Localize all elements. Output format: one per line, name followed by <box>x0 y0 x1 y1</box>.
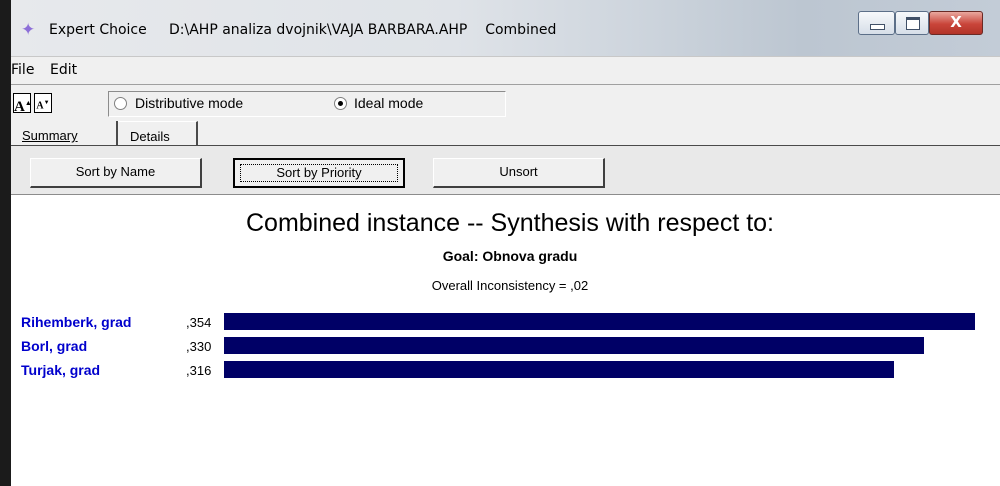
decrease-font-button[interactable]: A▼ <box>34 93 52 113</box>
bar-value-label: ,330 <box>186 339 211 354</box>
unsort-button[interactable]: Unsort <box>433 158 605 188</box>
maximize-icon <box>906 17 920 30</box>
font-increase-icon: A <box>14 99 25 115</box>
overall-inconsistency: Overall Inconsistency = ,02 <box>431 278 589 293</box>
bar-category-label: Borl, grad <box>21 338 87 354</box>
maximize-button[interactable] <box>895 11 929 35</box>
ideal-mode-radio[interactable] <box>334 97 347 110</box>
expert-choice-logo-icon: ✦ <box>21 20 36 39</box>
distributive-mode-radio[interactable] <box>114 97 127 110</box>
tab-details-label: Details <box>130 129 170 144</box>
sort-by-priority-button[interactable]: Sort by Priority <box>233 158 405 188</box>
focus-rectangle <box>240 164 398 182</box>
distributive-mode-label[interactable]: Distributive mode <box>135 95 243 111</box>
font-decrease-icon: A <box>36 100 44 112</box>
priority-bar <box>224 313 975 330</box>
chart-title: Combined instance -- Synthesis with resp… <box>245 209 774 237</box>
priority-bar <box>224 361 894 378</box>
tab-summary[interactable]: Summary <box>13 121 118 145</box>
increase-font-button[interactable]: A▲ <box>13 93 32 115</box>
ideal-mode-label[interactable]: Ideal mode <box>354 95 423 111</box>
minimize-button[interactable] <box>858 11 895 35</box>
expert-choice-window: ✦ Expert Choice D:\AHP analiza dvojnik\V… <box>0 0 1000 486</box>
bar-category-label: Rihemberk, grad <box>21 314 131 330</box>
tab-summary-label: Summary <box>22 128 78 143</box>
goal-label: Goal: Obnova gradu <box>442 248 578 264</box>
bar-value-label: ,316 <box>186 363 211 378</box>
window-title: Expert Choice D:\AHP analiza dvojnik\VAJ… <box>49 22 557 38</box>
close-icon: X <box>950 13 962 31</box>
priority-bar-chart: Rihemberk, grad ,354 Borl, grad ,330 Turjak,… <box>21 313 975 378</box>
bar-value-label: ,354 <box>186 315 211 330</box>
title-bar[interactable]: ✦ Expert Choice D:\AHP analiza dvojnik\V… <box>11 0 1000 56</box>
close-button[interactable]: X <box>929 11 983 35</box>
menu-bar: File Edit <box>11 56 1000 85</box>
menu-edit[interactable]: Edit <box>50 62 77 78</box>
priority-bar <box>224 337 924 354</box>
sort-by-name-button[interactable]: Sort by Name <box>30 158 202 188</box>
minimize-icon <box>870 24 885 30</box>
tab-details[interactable]: Details <box>118 121 198 145</box>
window-frame-left <box>0 0 11 486</box>
bar-category-label: Turjak, grad <box>21 362 100 378</box>
menu-file[interactable]: File <box>11 62 34 78</box>
